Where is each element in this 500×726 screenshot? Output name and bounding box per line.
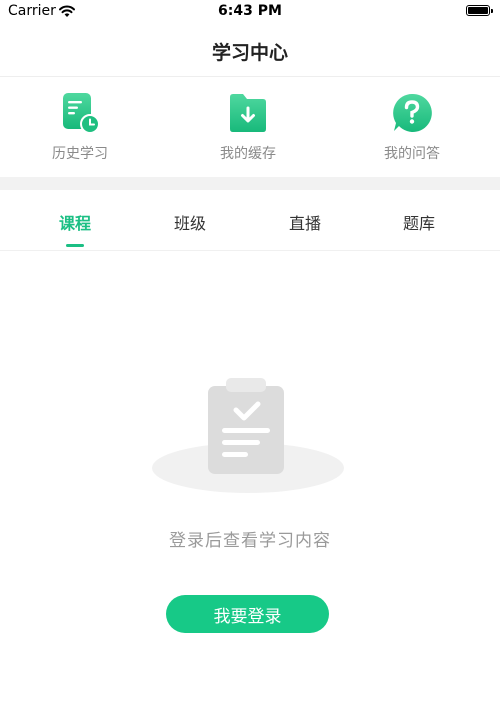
shortcut-qa[interactable]: 我的问答: [352, 91, 472, 163]
shortcut-history-label: 历史学习: [52, 146, 108, 162]
shortcut-row: 历史学习 我的缓存 我的问答: [0, 77, 500, 177]
battery-icon: [466, 5, 493, 16]
empty-state-message: 登录后查看学习内容: [169, 531, 331, 551]
status-bar: Carrier 6:43 PM: [0, 0, 500, 24]
shortcut-cache[interactable]: 我的缓存: [188, 91, 308, 163]
tab-live[interactable]: 直播: [260, 210, 350, 234]
tab-bar: 课程 班级 直播 题库: [0, 190, 500, 251]
clock-label: 6:43 PM: [218, 3, 282, 19]
tab-question-bank[interactable]: 题库: [374, 210, 464, 234]
shortcut-history[interactable]: 历史学习: [20, 91, 140, 163]
login-button[interactable]: 我要登录: [166, 595, 329, 633]
section-divider: [0, 177, 500, 190]
tab-courses[interactable]: 课程: [30, 210, 120, 234]
page-title: 学习中心: [211, 42, 288, 64]
navigation-bar: 学习中心: [0, 24, 500, 77]
question-bubble-icon: [393, 93, 432, 132]
shortcut-qa-label: 我的问答: [384, 146, 440, 162]
folder-download-icon: [230, 94, 266, 132]
history-doc-clock-icon: [63, 93, 100, 134]
empty-clipboard-icon: [152, 378, 344, 493]
active-tab-indicator: [66, 244, 84, 247]
tab-classes[interactable]: 班级: [145, 210, 235, 234]
shortcut-cache-label: 我的缓存: [220, 146, 276, 162]
